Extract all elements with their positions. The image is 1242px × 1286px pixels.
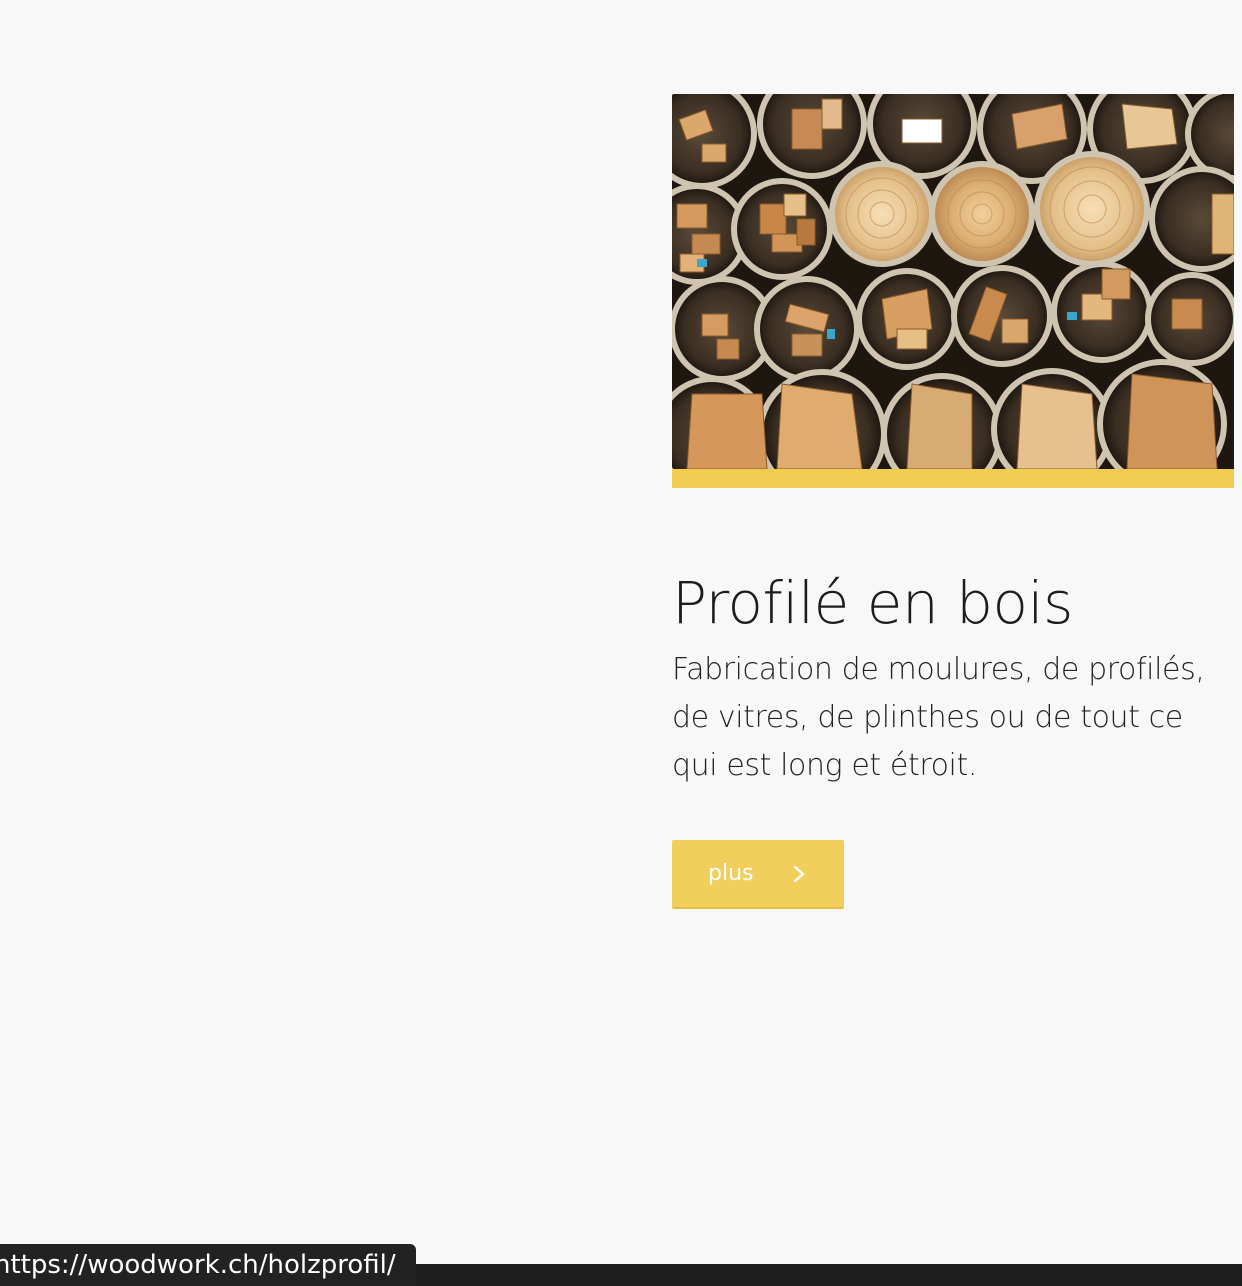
- accent-bar: [672, 469, 1234, 488]
- card-title: Profilé en bois: [672, 569, 1073, 637]
- link-url-text: https://woodwork.ch/holzprofil/: [0, 1250, 396, 1280]
- product-image[interactable]: [672, 94, 1234, 469]
- link-url-tooltip: https://woodwork.ch/holzprofil/: [0, 1244, 416, 1286]
- product-card: Profilé en bois Fabrication de moulures,…: [672, 94, 1234, 907]
- more-button[interactable]: plus: [672, 840, 844, 907]
- chevron-right-icon: [791, 863, 807, 885]
- card-description: Fabrication de moulures, de profilés, de…: [672, 652, 1205, 783]
- more-button-label: plus: [708, 861, 754, 886]
